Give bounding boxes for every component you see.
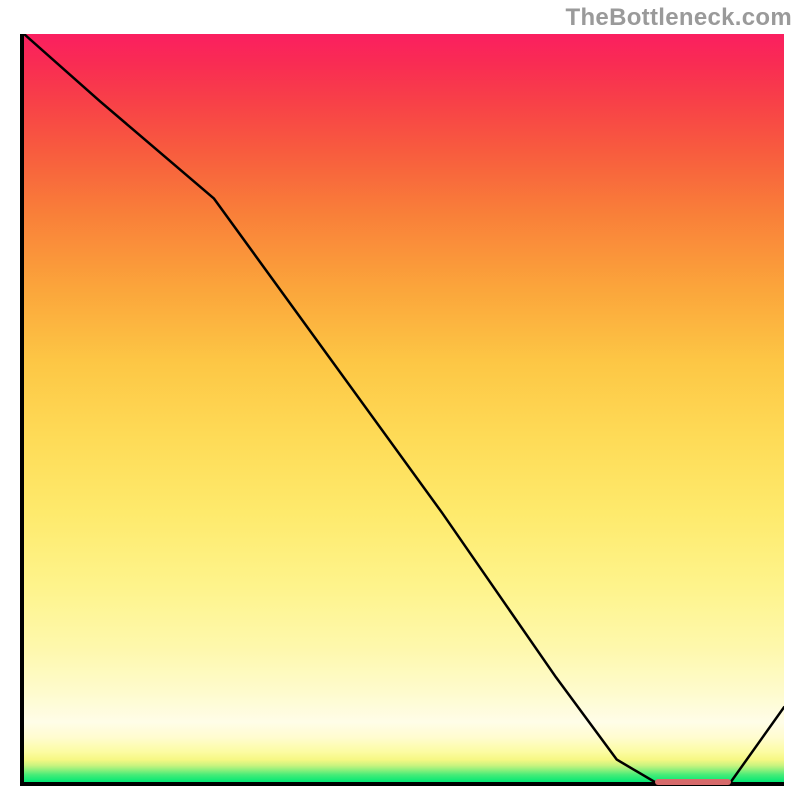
chart-frame: TheBottleneck.com (0, 0, 800, 800)
line-curve (24, 34, 784, 782)
optimal-range-marker (655, 779, 731, 785)
watermark-text: TheBottleneck.com (566, 4, 792, 32)
plot-area (20, 34, 784, 786)
